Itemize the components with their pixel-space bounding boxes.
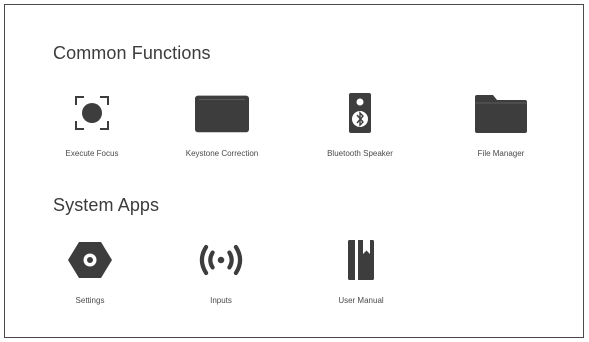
inputs-tile[interactable]: Inputs (161, 238, 281, 308)
user-manual-tile[interactable]: User Manual (301, 238, 421, 308)
execute-focus-label: Execute Focus (65, 149, 119, 158)
user-manual-icon (334, 238, 388, 282)
app-panel: Common Functions Execute Focus Keystone … (4, 4, 584, 338)
keystone-icon (195, 91, 249, 135)
settings-label: Settings (75, 296, 105, 305)
file-manager-label: File Manager (477, 149, 525, 158)
keystone-correction-tile[interactable]: Keystone Correction (162, 91, 282, 161)
focus-icon (65, 91, 119, 135)
user-manual-label: User Manual (338, 296, 384, 305)
inputs-icon (194, 238, 248, 282)
keystone-correction-label: Keystone Correction (185, 149, 259, 158)
section-title-system-apps: System Apps (53, 195, 160, 215)
folder-icon (474, 91, 528, 135)
bluetooth-speaker-icon (333, 91, 387, 135)
section-title-common-functions: Common Functions (53, 43, 211, 63)
settings-tile[interactable]: Settings (30, 238, 150, 308)
bluetooth-speaker-tile[interactable]: Bluetooth Speaker (300, 91, 420, 161)
settings-icon (63, 238, 117, 282)
file-manager-tile[interactable]: File Manager (441, 91, 561, 161)
bluetooth-speaker-label: Bluetooth Speaker (327, 149, 393, 158)
inputs-label: Inputs (210, 296, 232, 305)
execute-focus-tile[interactable]: Execute Focus (32, 91, 152, 161)
